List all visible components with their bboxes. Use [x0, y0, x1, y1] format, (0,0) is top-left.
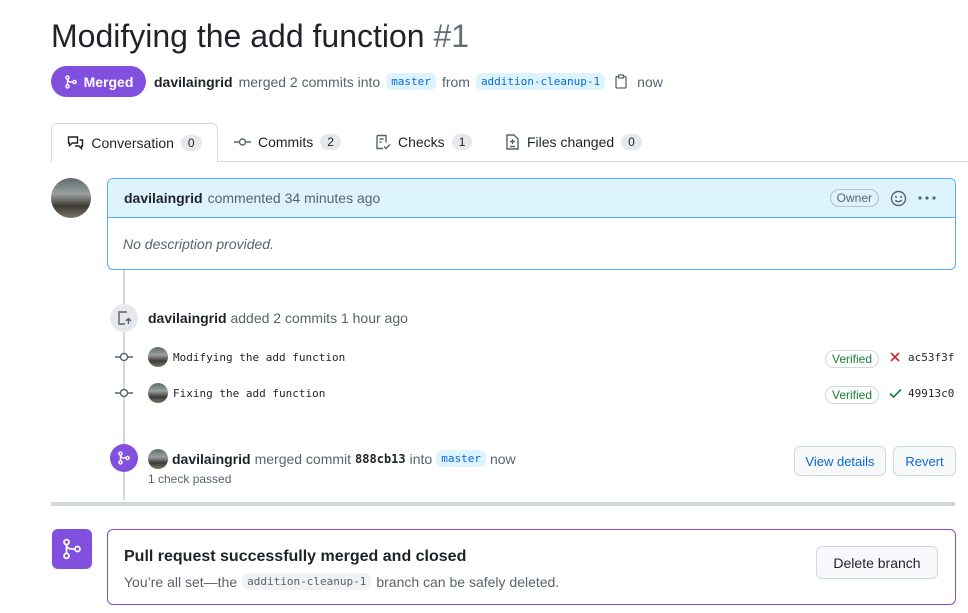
- base-branch[interactable]: master: [386, 73, 436, 90]
- check-icon[interactable]: [889, 388, 902, 399]
- checks-status[interactable]: 1 check passed: [148, 472, 231, 486]
- tab-label: Files changed: [527, 134, 615, 150]
- timeline-end-divider: [51, 502, 955, 506]
- commit-message-link[interactable]: Modifying the add function: [173, 351, 345, 364]
- conversation-icon: [67, 135, 84, 151]
- merge-commit-sha[interactable]: 888cb13: [355, 452, 406, 466]
- comment-author-avatar[interactable]: [51, 178, 91, 218]
- commits-event-author[interactable]: davilaingrid: [148, 310, 227, 326]
- tab-label: Checks: [398, 134, 445, 150]
- verified-badge[interactable]: Verified: [825, 386, 880, 404]
- pr-author-link[interactable]: davilaingrid: [154, 74, 233, 90]
- verified-badge[interactable]: Verified: [825, 350, 880, 368]
- view-details-button[interactable]: View details: [794, 446, 886, 476]
- comment-header: davilaingrid commented 34 minutes ago Ow…: [108, 179, 955, 218]
- commits-event-text: davilaingrid added 2 commits 1 hour ago: [148, 310, 408, 326]
- merge-event-action: merged commit: [254, 450, 352, 467]
- from-text: from: [441, 73, 470, 90]
- tab-count: 0: [621, 134, 642, 150]
- merge-time: now: [637, 73, 663, 90]
- tab-checks[interactable]: Checks 1: [375, 123, 473, 161]
- merge-status-text: You’re all set—the addition-cleanup-1 br…: [124, 573, 559, 590]
- git-commit-icon: [234, 137, 251, 147]
- comment-action: commented 34 minutes ago: [207, 190, 381, 206]
- tab-label: Conversation: [91, 135, 174, 151]
- kebab-horizontal-icon[interactable]: [918, 196, 936, 200]
- tab-label: Commits: [258, 134, 314, 150]
- commit-message-link[interactable]: Fixing the add function: [173, 387, 325, 400]
- merge-event-time: now: [489, 450, 516, 467]
- repo-push-icon: [110, 304, 138, 332]
- merge-text: merged 2 commits into: [238, 73, 381, 90]
- file-diff-icon: [505, 134, 520, 150]
- merge-target-branch[interactable]: master: [436, 450, 486, 467]
- commit-author-avatar[interactable]: [148, 383, 168, 403]
- deletable-branch[interactable]: addition-cleanup-1: [242, 573, 372, 590]
- comment-author[interactable]: davilaingrid: [124, 190, 203, 206]
- owner-badge: Owner: [829, 189, 879, 207]
- merge-event-author[interactable]: davilaingrid: [172, 451, 251, 467]
- state-label: Merged: [83, 73, 134, 90]
- checklist-icon: [375, 134, 391, 150]
- git-commit-icon: [115, 351, 133, 363]
- git-commit-icon: [115, 387, 133, 399]
- commit-author-avatar[interactable]: [148, 347, 168, 367]
- pr-title-line: Modifying the add function #1: [51, 18, 469, 55]
- tab-commits[interactable]: Commits 2: [234, 123, 341, 161]
- comment-card: davilaingrid commented 34 minutes ago Ow…: [107, 178, 956, 270]
- head-branch[interactable]: addition-cleanup-1: [475, 73, 606, 90]
- merge-status-before: You’re all set—the: [124, 573, 238, 590]
- comment-body: No description provided.: [123, 236, 274, 252]
- tab-count: 1: [451, 134, 473, 150]
- copy-icon[interactable]: [614, 74, 628, 89]
- merge-status-title: Pull request successfully merged and clo…: [124, 548, 467, 565]
- merged-state-badge: Merged: [51, 66, 146, 97]
- revert-button[interactable]: Revert: [893, 446, 956, 476]
- tab-count: 0: [180, 135, 202, 151]
- merge-into-text: into: [409, 450, 433, 467]
- tab-files-changed[interactable]: Files changed 0: [505, 123, 642, 161]
- commit-sha[interactable]: ac53f3f: [908, 351, 954, 364]
- pr-number: #1: [433, 18, 470, 54]
- x-icon[interactable]: [889, 351, 901, 363]
- merger-avatar[interactable]: [148, 449, 168, 469]
- merge-summary: davilaingrid merged 2 commits into maste…: [154, 73, 663, 90]
- merge-status-box: Pull request successfully merged and clo…: [107, 529, 956, 605]
- git-merge-icon: [64, 74, 78, 89]
- merge-status-after: branch can be safely deleted.: [376, 573, 560, 590]
- tab-conversation[interactable]: Conversation 0: [51, 123, 218, 163]
- merge-event-text: davilaingrid merged commit 888cb13 into …: [172, 450, 516, 467]
- tab-count: 2: [320, 134, 341, 150]
- smiley-icon[interactable]: [890, 190, 907, 207]
- git-merge-icon: [110, 444, 138, 472]
- commit-sha[interactable]: 49913c0: [908, 387, 954, 400]
- git-merge-icon: [52, 529, 92, 569]
- commits-event-action: added 2 commits 1 hour ago: [230, 310, 408, 326]
- pr-title: Modifying the add function: [51, 18, 425, 54]
- delete-branch-button[interactable]: Delete branch: [816, 546, 938, 579]
